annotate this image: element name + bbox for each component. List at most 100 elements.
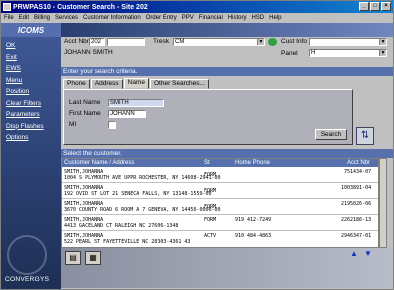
sidebar-item-ok[interactable]: OK [6,41,44,51]
row-acct: 2262186-13 [341,217,372,223]
menu-file[interactable]: File [4,15,14,21]
row-status: FORM [204,172,217,178]
sidebar: ICOMS OK Exit EWS Menu Position Clear Fi… [1,23,61,289]
convergys-logo: CONVERGYS [5,276,50,283]
table-row[interactable]: SMITH,JOHANNA 192 OVID ST LOT 21 SENECA … [62,183,378,199]
menu-billing[interactable]: Billing [34,15,50,21]
tab-name[interactable]: Name [123,78,149,89]
menu-financial[interactable]: Financial [199,15,223,21]
menu-hsd[interactable]: HSD [251,15,264,21]
col-st-header[interactable]: St [204,159,210,167]
sidebar-item-disp-flashes[interactable]: Disp Flashes [6,122,44,132]
chevron-down-icon: ▼ [257,39,264,45]
row-status: ACTV [204,233,217,239]
search-button[interactable]: Search [315,129,347,140]
grid-header: Customer Name / Address St Home Phone Ac… [62,159,378,167]
col-name-header[interactable]: Customer Name / Address [64,159,134,167]
acct-nbr-input[interactable] [107,38,145,46]
customer-card-icon[interactable]: ▤ [65,251,81,265]
arrow-up-icon[interactable]: ▲ [349,250,359,258]
close-button[interactable]: × [381,2,391,11]
col-acct-header[interactable]: Acct Nbr [347,159,370,167]
panel-select[interactable]: H ▼ [309,49,387,57]
first-name-label: First Name [69,110,101,117]
row-acct: 2946347-01 [341,233,372,239]
notes-icon[interactable]: ▦ [85,251,101,265]
customer-grid: Customer Name / Address St Home Phone Ac… [61,158,379,248]
tab-address[interactable]: Address [90,79,123,89]
menu-ppv[interactable]: PPV [182,15,194,21]
row-phone: 910 484-4863 [235,233,272,239]
search-tabs: Phone Address Name Other Searches... [63,78,209,89]
row-address: 1004 S PLYMOUTH AVE UPPR ROCHESTER, NY 1… [64,175,221,181]
customer-name: JOHANN SMITH [64,49,113,56]
name-search-panel: Last Name SMITH First Name JOHANN MI Sea… [63,89,353,145]
first-name-input[interactable]: JOHANN [108,110,146,118]
chevron-down-icon: ▼ [379,50,386,56]
header-banner [61,23,393,37]
cust-info-select[interactable]: ▼ [309,38,387,46]
header-panel: Acct Nbr 202 Tresk CM ▼ Cust Info ▼ JOHAN… [61,37,393,63]
acct-site-field[interactable]: 202 [89,38,105,46]
tab-other-searches[interactable]: Other Searches... [150,79,209,89]
row-phone: 919 412-7249 [235,217,272,223]
app-icon [3,3,11,11]
panel-label: Panel [281,50,298,57]
row-acct: 751434-07 [344,169,372,175]
sidebar-item-ews[interactable]: EWS [6,64,44,74]
panel-value: H [311,50,316,56]
row-address: 522 PEARL ST FAYETTEVILLE NC 28303-4361 … [64,239,191,245]
tab-phone[interactable]: Phone [63,79,90,89]
go-icon[interactable] [268,38,277,46]
bottom-toolbar: ▤ ▦ ▲ ▼ [61,248,393,288]
sidebar-item-position[interactable]: Position [6,87,44,97]
col-phone-header[interactable]: Home Phone [235,159,270,167]
sidebar-item-menu[interactable]: Menu [6,76,44,86]
cust-info-label: Cust Info [281,38,308,45]
mi-input[interactable] [108,121,116,129]
brand-logo: ICOMS [1,23,61,37]
row-status: FORM [204,204,217,210]
title-bar: PRWPAS10 - Customer Search - Site 202 _ … [1,1,393,13]
tresk-select[interactable]: CM ▼ [173,38,265,46]
table-row[interactable]: SMITH,JOHANNA 4413 GACELAND CT RALEIGH N… [62,215,378,231]
sort-icon[interactable]: ⇅ [356,127,374,145]
row-address: 3670 COUNTY ROAD 6 ROOM A 7 GENEVA, NY 1… [64,207,221,213]
menu-help[interactable]: Help [269,15,281,21]
maximize-button[interactable]: □ [370,2,380,11]
tresk-value: CM [175,39,185,45]
table-row[interactable]: SMITH,JOHANNA 3670 COUNTY ROAD 6 ROOM A … [62,199,378,215]
decorative-swoosh [7,235,47,275]
mi-label: MI [69,121,77,128]
menu-services[interactable]: Services [55,15,78,21]
row-acct: 2195026-06 [341,201,372,207]
row-address: 192 OVID ST LOT 21 SENECA FALLS, NY 1314… [64,191,212,197]
sidebar-item-exit[interactable]: Exit [6,53,44,63]
table-row[interactable]: SMITH,JOHANNA 1004 S PLYMOUTH AVE UPPR R… [62,167,378,183]
row-status: FORM [204,188,217,194]
minimize-button[interactable]: _ [359,2,369,11]
menu-customer-information[interactable]: Customer Information [83,15,141,21]
window-title: PRWPAS10 - Customer Search - Site 202 [13,3,148,11]
row-address: 4413 GACELAND CT RALEIGH NC 27606-1348 [64,223,179,229]
acct-nbr-label: Acct Nbr [64,38,89,45]
sidebar-item-parameters[interactable]: Parameters [6,110,44,120]
arrow-down-icon[interactable]: ▼ [363,250,373,258]
chevron-down-icon: ▼ [379,39,386,45]
last-name-input[interactable]: SMITH [108,99,164,107]
last-name-label: Last Name [69,99,101,106]
select-instruction: Select the customer. [61,149,393,158]
row-status: FORM [204,217,217,223]
menu-edit[interactable]: Edit [19,15,29,21]
sidebar-item-options[interactable]: Options [6,133,44,143]
grid-scrollbar[interactable] [379,158,387,248]
main-window: PRWPAS10 - Customer Search - Site 202 _ … [0,0,394,290]
row-acct: 1003891-04 [341,185,372,191]
table-row[interactable]: SMITH,JOHANNA 522 PEARL ST FAYETTEVILLE … [62,231,378,247]
menu-order-entry[interactable]: Order Entry [146,15,177,21]
menu-history[interactable]: History [228,15,247,21]
menu-bar: File Edit Billing Services Customer Info… [1,13,393,23]
sidebar-item-clear-filters[interactable]: Clear Filters [6,99,44,109]
tresk-label: Tresk [153,38,170,45]
search-instruction: Enter your search criteria. [61,67,393,76]
